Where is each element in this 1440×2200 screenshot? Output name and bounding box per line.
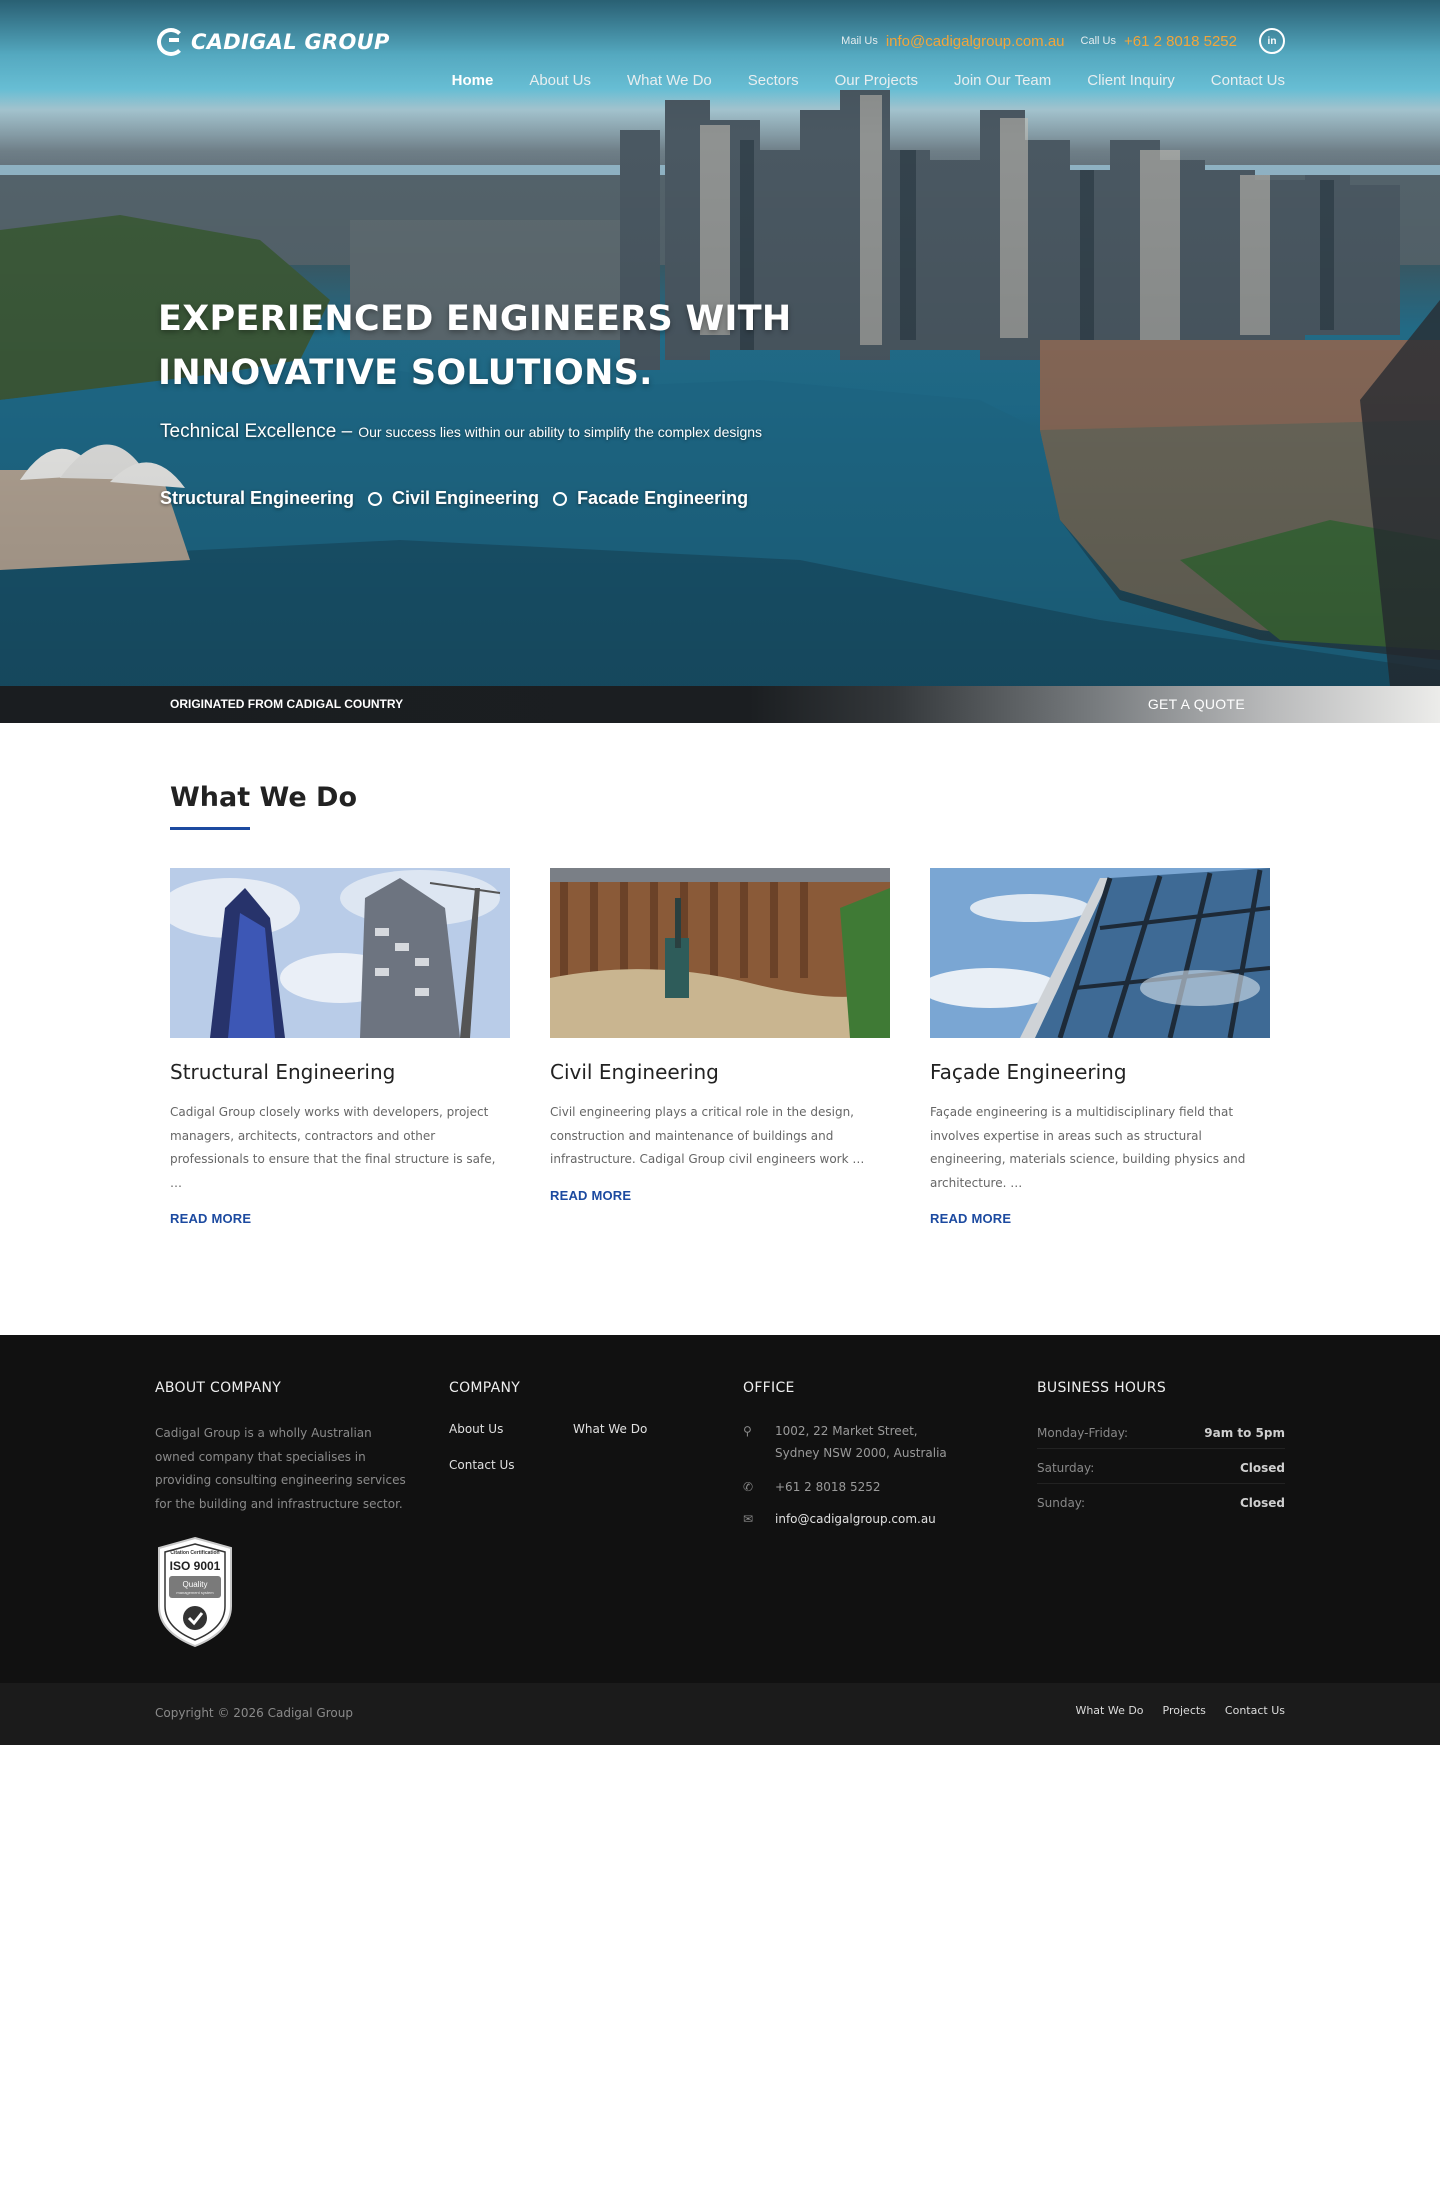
footer-hours: BUSINESS HOURS Monday-Friday: 9am to 5pm…	[1037, 1380, 1285, 1518]
card-text: Civil engineering plays a critical role …	[550, 1105, 865, 1166]
bottom-links: What We Do Projects Contact Us	[1075, 1704, 1285, 1717]
phone-icon: ✆	[743, 1480, 754, 1494]
bottom-link-contact-us[interactable]: Contact Us	[1225, 1704, 1285, 1717]
mail-label: Mail Us	[841, 35, 878, 47]
logo-mark-icon	[157, 28, 185, 56]
office-email-value[interactable]: info@cadigalgroup.com.au	[775, 1508, 936, 1530]
hero-service-item: Structural Engineering	[160, 488, 354, 509]
service-card-facade: Façade Engineering Façade engineering is…	[930, 868, 1270, 1228]
hours-time: 9am to 5pm	[1204, 1426, 1285, 1440]
linkedin-icon[interactable]: in	[1259, 28, 1285, 54]
card-title[interactable]: Façade Engineering	[930, 1060, 1270, 1084]
facade-image[interactable]	[930, 868, 1270, 1038]
iso-badge-top: Citation Certification	[170, 1550, 220, 1556]
circle-bullet-icon	[368, 491, 383, 506]
mail-link[interactable]: info@cadigalgroup.com.au	[886, 33, 1065, 50]
office-phone: ✆ +61 2 8018 5252	[743, 1476, 947, 1498]
service-card-structural: Structural Engineering Cadigal Group clo…	[170, 868, 510, 1228]
copyright-text: Copyright © 2026 Cadigal Group	[155, 1706, 353, 1720]
hours-day: Saturday:	[1037, 1461, 1095, 1475]
hours-row: Sunday: Closed	[1037, 1484, 1285, 1518]
footer-link-about-us[interactable]: About Us	[449, 1422, 573, 1436]
hero-service-label: Facade Engineering	[577, 488, 749, 508]
hero-section: CADIGAL GROUP Mail Us info@cadigalgroup.…	[0, 0, 1440, 686]
hero-title-line-1: EXPERIENCED ENGINEERS WITH	[158, 299, 792, 339]
hours-row: Saturday: Closed	[1037, 1449, 1285, 1484]
footer-link-contact-us[interactable]: Contact Us	[449, 1458, 573, 1472]
footer-company: COMPANY About Us What We Do Contact Us	[449, 1380, 697, 1472]
footer-about-title: ABOUT COMPANY	[155, 1380, 282, 1396]
footer-company-title: COMPANY	[449, 1380, 521, 1396]
hero-services-list: Structural Engineering Civil Engineering…	[160, 488, 748, 509]
nav-sectors[interactable]: Sectors	[748, 72, 799, 89]
footer-office-title: OFFICE	[743, 1380, 795, 1396]
nav-client-inquiry[interactable]: Client Inquiry	[1087, 72, 1175, 89]
title-underline	[170, 827, 250, 830]
hero-service-label: Civil Engineering	[392, 488, 540, 508]
site-footer: ABOUT COMPANY Cadigal Group is a wholly …	[0, 1335, 1440, 1683]
hours-day: Sunday:	[1037, 1496, 1086, 1510]
footer-bottom-bar: Copyright © 2026 Cadigal Group What We D…	[0, 1683, 1440, 1745]
hours-time: Closed	[1239, 1496, 1285, 1510]
bottom-link-what-we-do[interactable]: What We Do	[1075, 1704, 1143, 1717]
footer-office: OFFICE ⚲ 1002, 22 Market Street, Sydney …	[743, 1380, 947, 1530]
iso-badge-main: ISO 9001	[169, 1559, 221, 1573]
hero-service-label: Structural Engineering	[160, 488, 355, 508]
read-more-link[interactable]: READ MORE	[930, 1211, 1011, 1226]
footer-company-links: About Us What We Do Contact Us	[449, 1422, 697, 1472]
cadigal-logo[interactable]: CADIGAL GROUP	[157, 28, 390, 56]
structural-image[interactable]	[170, 868, 510, 1038]
logo-text: CADIGAL GROUP	[191, 30, 390, 54]
hours-table: Monday-Friday: 9am to 5pm Saturday: Clos…	[1037, 1414, 1285, 1518]
civil-image[interactable]	[550, 868, 890, 1038]
footer-about-text: Cadigal Group is a wholly Australian own…	[155, 1426, 406, 1511]
nav-about-us[interactable]: About Us	[529, 72, 591, 89]
nav-what-we-do[interactable]: What We Do	[627, 72, 712, 89]
circle-bullet-icon	[553, 491, 568, 506]
read-more-link[interactable]: READ MORE	[170, 1211, 251, 1226]
bottom-link-projects[interactable]: Projects	[1163, 1704, 1206, 1717]
envelope-icon: ✉	[743, 1512, 754, 1526]
hours-row: Monday-Friday: 9am to 5pm	[1037, 1414, 1285, 1449]
hero-title-line-2: INNOVATIVE SOLUTIONS.	[158, 353, 653, 393]
card-text: Façade engineering is a multidisciplinar…	[930, 1105, 1246, 1190]
office-phone-value[interactable]: +61 2 8018 5252	[775, 1476, 880, 1498]
office-address: ⚲ 1002, 22 Market Street, Sydney NSW 200…	[743, 1420, 947, 1464]
office-email: ✉ info@cadigalgroup.com.au	[743, 1508, 947, 1530]
map-pin-icon: ⚲	[743, 1424, 752, 1438]
address-line-1: 1002, 22 Market Street,	[775, 1424, 918, 1438]
hero-service-item: Facade Engineering	[553, 488, 748, 509]
hours-time: Closed	[1239, 1461, 1285, 1475]
service-card-civil: Civil Engineering Civil engineering play…	[550, 868, 890, 1205]
phone-link[interactable]: +61 2 8018 5252	[1124, 33, 1237, 50]
hero-sub-small: Our success lies within our ability to s…	[358, 424, 763, 440]
what-we-do-title: What We Do	[170, 782, 358, 813]
get-quote-link[interactable]: GET A QUOTE	[1148, 696, 1245, 712]
nav-our-projects[interactable]: Our Projects	[835, 72, 918, 89]
origin-text: ORIGINATED FROM CADIGAL COUNTRY	[170, 697, 404, 711]
footer-hours-title: BUSINESS HOURS	[1037, 1380, 1167, 1396]
card-title[interactable]: Civil Engineering	[550, 1060, 890, 1084]
iso-badge-sub: management system	[176, 1590, 214, 1595]
nav-contact-us[interactable]: Contact Us	[1211, 72, 1285, 89]
address-line-2: Sydney NSW 2000, Australia	[775, 1446, 947, 1460]
main-nav: Home About Us What We Do Sectors Our Pro…	[452, 72, 1285, 89]
nav-home[interactable]: Home	[452, 72, 494, 89]
card-title[interactable]: Structural Engineering	[170, 1060, 510, 1084]
footer-link-what-we-do[interactable]: What We Do	[573, 1422, 697, 1436]
card-text: Cadigal Group closely works with develop…	[170, 1105, 496, 1190]
hero-service-item: Civil Engineering	[368, 488, 539, 509]
contact-topbar: Mail Us info@cadigalgroup.com.au Call Us…	[841, 28, 1285, 54]
hero-sub-main: Technical Excellence –	[160, 421, 353, 442]
footer-about: ABOUT COMPANY Cadigal Group is a wholly …	[155, 1380, 410, 1648]
iso-badge-label: Quality	[182, 1580, 208, 1589]
hero-title: EXPERIENCED ENGINEERS WITH INNOVATIVE SO…	[158, 292, 858, 400]
info-strip: ORIGINATED FROM CADIGAL COUNTRY GET A QU…	[0, 686, 1440, 723]
hero-subtitle: Technical Excellence – Our success lies …	[160, 421, 762, 443]
read-more-link[interactable]: READ MORE	[550, 1188, 631, 1203]
nav-join-our-team[interactable]: Join Our Team	[954, 72, 1051, 89]
call-label: Call Us	[1080, 35, 1116, 47]
iso-9001-badge: Citation Certification ISO 9001 Quality …	[155, 1536, 235, 1648]
hours-day: Monday-Friday:	[1037, 1426, 1129, 1440]
